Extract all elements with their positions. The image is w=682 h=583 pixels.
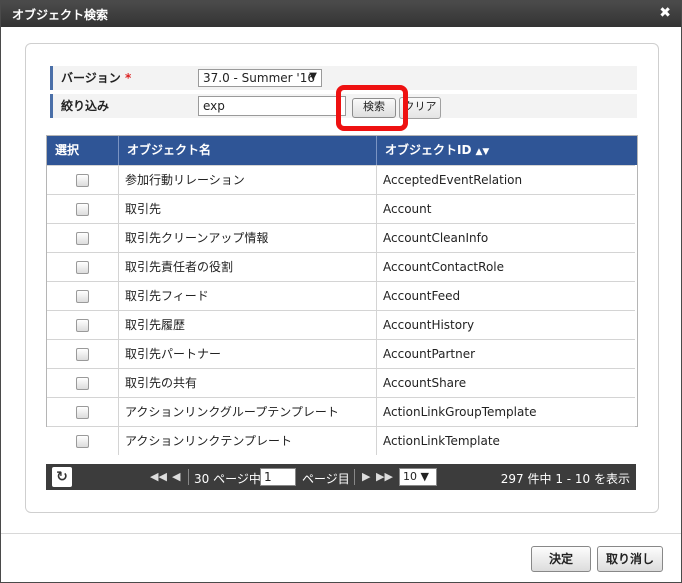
object-id-cell: ActionLinkGroupTemplate: [383, 405, 537, 419]
row-select-cell: [47, 427, 119, 455]
version-select-value: 37.0 - Summer '16: [203, 71, 315, 85]
object-name-cell: 参加行動リレーション: [119, 166, 377, 194]
object-search-dialog: オブジェクト検索 ✖ バージョン * 37.0 - Summer '16 ▼ 絞…: [0, 0, 682, 583]
dialog-title: オブジェクト検索: [12, 8, 109, 22]
row-checkbox[interactable]: [76, 290, 89, 303]
table-row[interactable]: アクションリンクグループテンプレート ActionLinkGroupTemplat…: [47, 397, 635, 426]
object-id-cell: ActionLinkTemplate: [383, 434, 500, 448]
version-label: バージョン *: [50, 66, 190, 90]
header-object-name[interactable]: オブジェクト名: [119, 136, 377, 165]
search-button-highlight: [336, 85, 408, 131]
row-select-cell: [47, 340, 119, 368]
row-select-cell: [47, 224, 119, 252]
row-select-cell: [47, 311, 119, 339]
filter-label: 絞り込み: [50, 94, 190, 118]
object-name-cell: 取引先の共有: [119, 369, 377, 397]
object-id-cell: AccountHistory: [383, 318, 475, 332]
object-id-cell: AccountPartner: [383, 347, 476, 361]
table-row[interactable]: 取引先フィード AccountFeed: [47, 281, 635, 310]
table-row[interactable]: アクションリンクテンプレート ActionLinkTemplate: [47, 426, 635, 455]
row-checkbox[interactable]: [76, 435, 89, 448]
object-name-cell: 取引先責任者の役割: [119, 253, 377, 281]
object-name-cell: 取引先: [119, 195, 377, 223]
table-row[interactable]: 取引先 Account: [47, 194, 635, 223]
object-name-cell: 取引先履歴: [119, 311, 377, 339]
last-page-icon[interactable]: ▶▶: [376, 470, 393, 483]
table-row[interactable]: 取引先の共有 AccountShare: [47, 368, 635, 397]
header-select: 選択: [47, 136, 119, 165]
row-checkbox[interactable]: [76, 174, 89, 187]
row-select-cell: [47, 369, 119, 397]
footer-divider: [1, 533, 681, 534]
row-select-cell: [47, 195, 119, 223]
row-select-cell: [47, 398, 119, 426]
pager-bar: ↻ ◀◀ ◀ 30 ページ中 1 ページ目 ▶ ▶▶ 10 ▼ 297 件中 1…: [46, 464, 636, 490]
row-checkbox[interactable]: [76, 377, 89, 390]
required-mark: *: [124, 71, 132, 85]
row-checkbox[interactable]: [76, 203, 89, 216]
pager-summary: 297 件中 1 - 10 を表示: [500, 472, 630, 486]
header-object-id[interactable]: オブジェクトID ▲▼: [377, 136, 635, 165]
page-number-input[interactable]: 1: [260, 468, 296, 486]
dialog-titlebar: オブジェクト検索 ✖: [1, 1, 681, 27]
chevron-down-icon: ▼: [309, 71, 317, 82]
object-name-cell: 取引先フィード: [119, 282, 377, 310]
row-checkbox[interactable]: [76, 232, 89, 245]
ok-button[interactable]: 決定: [531, 546, 591, 572]
cancel-button[interactable]: 取り消し: [597, 546, 663, 572]
pager-page-count: 30 ページ中: [194, 472, 261, 486]
object-name-cell: アクションリンクテンプレート: [119, 427, 377, 455]
row-select-cell: [47, 282, 119, 310]
next-page-icon[interactable]: ▶: [362, 470, 370, 483]
sort-icon[interactable]: ▲▼: [475, 147, 489, 157]
row-checkbox[interactable]: [76, 406, 89, 419]
first-page-icon[interactable]: ◀◀: [150, 470, 167, 483]
row-checkbox[interactable]: [76, 348, 89, 361]
object-name-cell: 取引先クリーンアップ情報: [119, 224, 377, 252]
row-checkbox[interactable]: [76, 319, 89, 332]
object-id-cell: AccountContactRole: [383, 260, 504, 274]
version-select[interactable]: 37.0 - Summer '16 ▼: [198, 69, 322, 87]
prev-page-icon[interactable]: ◀: [172, 470, 180, 483]
object-name-cell: アクションリンクグループテンプレート: [119, 398, 377, 426]
close-icon[interactable]: ✖: [659, 5, 671, 21]
object-name-cell: 取引先パートナー: [119, 340, 377, 368]
refresh-icon[interactable]: ↻: [52, 467, 72, 487]
page-size-select[interactable]: 10 ▼: [399, 468, 437, 486]
object-id-cell: AccountCleanInfo: [383, 231, 489, 245]
object-grid: 選択 オブジェクト名 オブジェクトID ▲▼ 参加行動リレーション Accepted…: [46, 135, 638, 455]
grid-header: 選択 オブジェクト名 オブジェクトID ▲▼: [47, 136, 637, 165]
pager-page-suffix: ページ目: [302, 472, 350, 486]
table-row[interactable]: 取引先責任者の役割 AccountContactRole: [47, 252, 635, 281]
row-select-cell: [47, 166, 119, 194]
search-panel: バージョン * 37.0 - Summer '16 ▼ 絞り込み exp 検索 …: [25, 43, 659, 513]
object-id-cell: AccountFeed: [383, 289, 461, 303]
object-id-cell: AccountShare: [383, 376, 467, 390]
table-row[interactable]: 参加行動リレーション AcceptedEventRelation: [47, 165, 635, 194]
table-row[interactable]: 取引先パートナー AccountPartner: [47, 339, 635, 368]
table-row[interactable]: 取引先クリーンアップ情報 AccountCleanInfo: [47, 223, 635, 252]
object-id-cell: Account: [383, 202, 432, 216]
table-row[interactable]: 取引先履歴 AccountHistory: [47, 310, 635, 339]
row-checkbox[interactable]: [76, 261, 89, 274]
pager-divider: [188, 469, 189, 485]
pager-divider: [354, 469, 355, 485]
row-select-cell: [47, 253, 119, 281]
object-id-cell: AcceptedEventRelation: [383, 173, 523, 187]
filter-input[interactable]: exp: [198, 96, 346, 116]
